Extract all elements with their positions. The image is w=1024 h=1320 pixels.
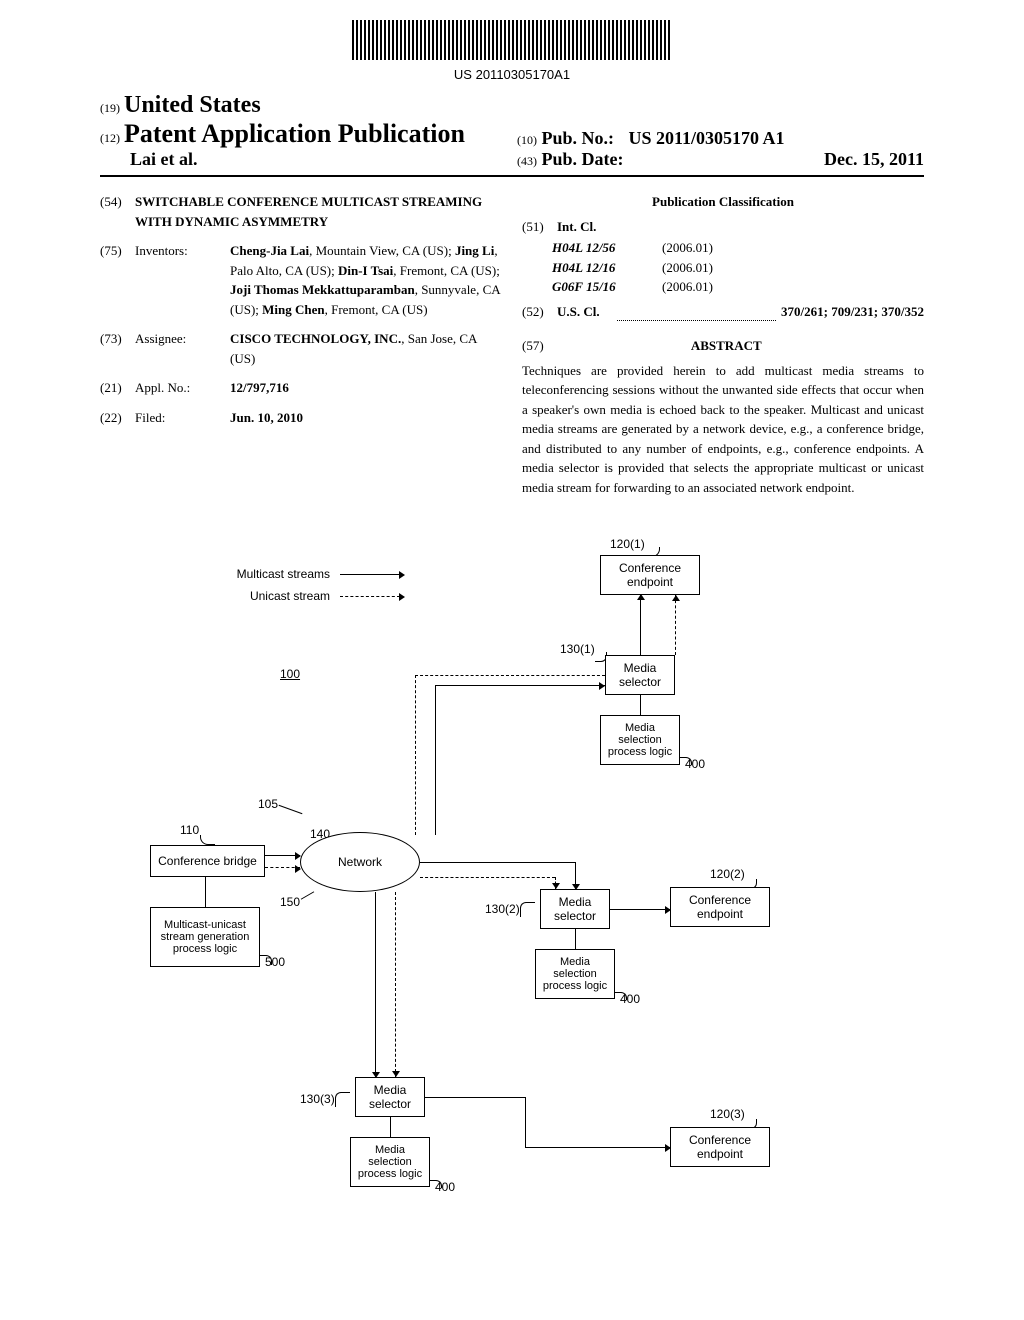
dashed-arrow-icon <box>340 596 400 597</box>
appl-code: (21) <box>100 378 135 398</box>
header-left: (19) United States (12) Patent Applicati… <box>100 92 507 170</box>
ref-120-2: 120(2) <box>710 867 745 881</box>
barcode-number: US 20110305170A1 <box>100 67 924 82</box>
class-code-1: H04L 12/16 <box>552 258 662 278</box>
ref-130-1: 130(1) <box>560 642 595 656</box>
left-column: (54) SWITCHABLE CONFERENCE MULTICAST STR… <box>100 192 502 497</box>
inventors: Cheng-Jia Lai, Mountain View, CA (US); J… <box>230 241 502 319</box>
media-selector-3: Media selector <box>355 1077 425 1117</box>
pub-date: Dec. 15, 2011 <box>824 149 924 170</box>
assignee-label: Assignee: <box>135 329 230 368</box>
pub-date-code: (43) <box>517 154 537 168</box>
class-code-0: H04L 12/56 <box>552 238 662 258</box>
ref-130-2: 130(2) <box>485 902 520 916</box>
barcode-graphic <box>352 20 672 60</box>
ref-130-3: 130(3) <box>300 1092 335 1106</box>
assignee: CISCO TECHNOLOGY, INC., San Jose, CA (US… <box>230 329 502 368</box>
legend-unicast-label: Unicast stream <box>210 589 330 603</box>
conference-bridge-box: Conference bridge <box>150 845 265 877</box>
abstract-label: ABSTRACT <box>560 336 892 356</box>
legend-multicast-label: Multicast streams <box>210 567 330 581</box>
media-selector-1: Media selector <box>605 655 675 695</box>
country: United States <box>124 92 261 118</box>
media-selection-logic-1: Media selection process logic <box>600 715 680 765</box>
multicast-unicast-box: Multicast-unicast stream generation proc… <box>150 907 260 967</box>
right-column: Publication Classification (51) Int. Cl.… <box>522 192 924 497</box>
us-cl-value: 370/261; 709/231; 370/352 <box>781 302 924 322</box>
authors-header: Lai et al. <box>100 149 507 170</box>
country-code: (19) <box>100 101 120 115</box>
barcode-section: US 20110305170A1 <box>100 20 924 82</box>
abstract-code: (57) <box>522 336 557 356</box>
pub-no-code: (10) <box>517 133 537 147</box>
media-selector-2: Media selector <box>540 889 610 929</box>
int-cl-code: (51) <box>522 217 557 237</box>
media-selection-logic-3: Media selection process logic <box>350 1137 430 1187</box>
classification-title: Publication Classification <box>522 192 924 212</box>
inventors-code: (75) <box>100 241 135 319</box>
media-selection-logic-2: Media selection process logic <box>535 949 615 999</box>
conference-endpoint-2: Conference endpoint <box>670 887 770 927</box>
class-year-2: (2006.01) <box>662 277 713 297</box>
class-code-2: G06F 15/16 <box>552 277 662 297</box>
class-year-1: (2006.01) <box>662 258 713 278</box>
appl-no: 12/797,716 <box>230 378 502 398</box>
appl-label: Appl. No.: <box>135 378 230 398</box>
network-cloud: Network <box>300 832 420 892</box>
solid-arrow-icon <box>340 574 400 575</box>
patent-title: SWITCHABLE CONFERENCE MULTICAST STREAMIN… <box>135 192 502 231</box>
pub-no: US 2011/0305170 A1 <box>629 128 785 148</box>
filed-label: Filed: <box>135 408 230 428</box>
title-code: (54) <box>100 192 135 231</box>
int-cl-label: Int. Cl. <box>557 217 596 237</box>
patent-diagram: Multicast streams Unicast stream 100 105… <box>100 537 924 1257</box>
biblio-section: (54) SWITCHABLE CONFERENCE MULTICAST STR… <box>100 192 924 497</box>
ref-120-1: 120(1) <box>610 537 645 551</box>
conference-endpoint-3: Conference endpoint <box>670 1127 770 1167</box>
legend: Multicast streams Unicast stream <box>210 567 400 611</box>
inventors-label: Inventors: <box>135 241 230 319</box>
filed-date: Jun. 10, 2010 <box>230 408 502 428</box>
class-year-0: (2006.01) <box>662 238 713 258</box>
ref-105: 105 <box>258 797 278 811</box>
doc-type-code: (12) <box>100 131 120 145</box>
doc-type: Patent Application Publication <box>124 119 465 148</box>
filed-code: (22) <box>100 408 135 428</box>
us-cl-label: U.S. Cl. <box>557 302 612 322</box>
ref-120-3: 120(3) <box>710 1107 745 1121</box>
conference-endpoint-1: Conference endpoint <box>600 555 700 595</box>
us-cl-code: (52) <box>522 302 557 322</box>
assignee-code: (73) <box>100 329 135 368</box>
header-right: (10) Pub. No.: US 2011/0305170 A1 (43) P… <box>507 128 924 170</box>
abstract-text: Techniques are provided herein to add mu… <box>522 361 924 498</box>
pub-no-label: Pub. No.: <box>542 128 615 148</box>
int-cl-table: H04L 12/56(2006.01) H04L 12/16(2006.01) … <box>552 238 924 297</box>
pub-date-label: Pub. Date: <box>542 149 624 169</box>
ref-110: 110 <box>180 823 199 837</box>
ref-150: 150 <box>280 895 300 909</box>
header-row: (19) United States (12) Patent Applicati… <box>100 92 924 177</box>
ref-100: 100 <box>280 667 300 681</box>
